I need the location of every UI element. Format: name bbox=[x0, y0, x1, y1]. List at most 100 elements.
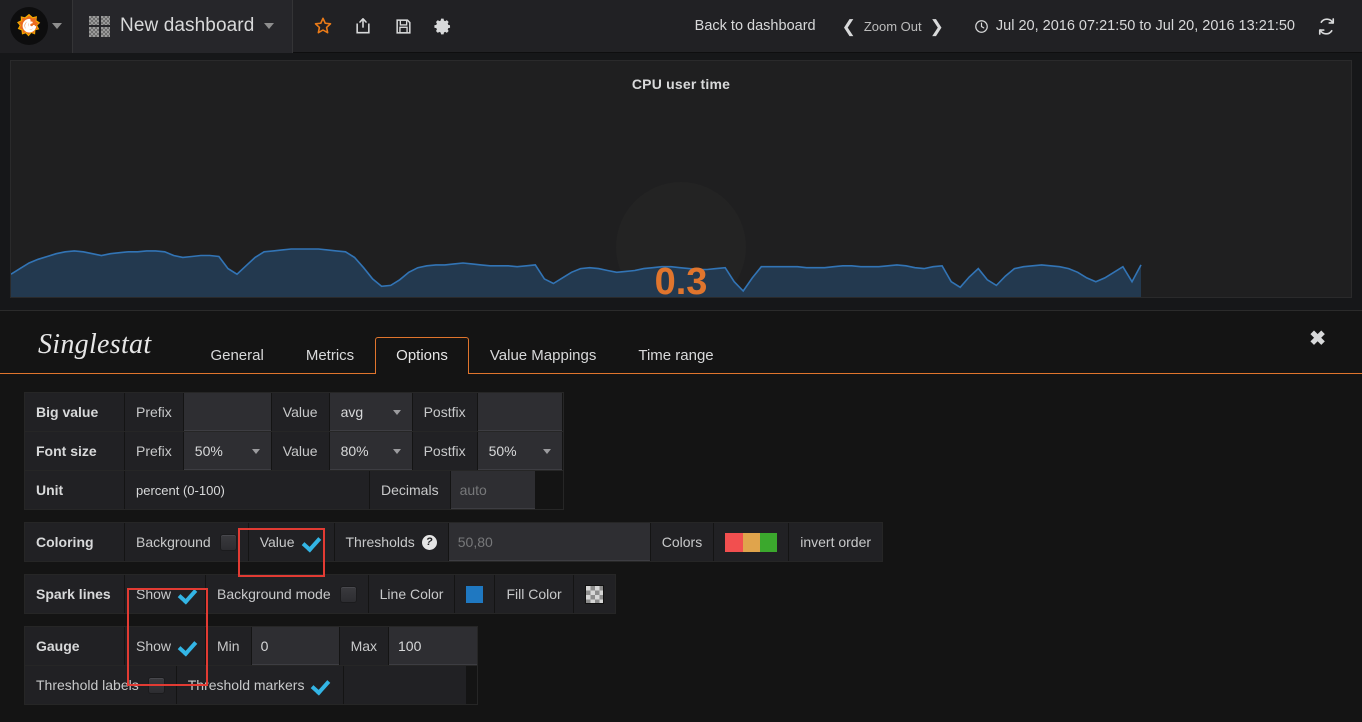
zoom-controls: ❮ Zoom Out ❯ bbox=[830, 18, 956, 35]
clock-icon bbox=[975, 19, 988, 33]
color-swatch-warn[interactable] bbox=[742, 532, 760, 552]
tab-metrics[interactable]: Metrics bbox=[285, 337, 375, 374]
dashboard-grid-icon bbox=[89, 15, 110, 37]
font-size-postfix-select[interactable]: 50% bbox=[477, 432, 563, 470]
coloring-value-label: Value bbox=[259, 534, 295, 550]
tab-general[interactable]: General bbox=[189, 337, 284, 374]
coloring-row: Coloring Background Value Thresholds ? 5… bbox=[25, 523, 883, 561]
font-size-postfix-label: Postfix bbox=[412, 432, 478, 470]
spark-lines-fill-color-label: Fill Color bbox=[495, 575, 574, 613]
spark-lines-show-label: Show bbox=[136, 586, 172, 602]
dashboard-title: New dashboard bbox=[120, 15, 255, 36]
spark-lines-fill-color-cell[interactable] bbox=[573, 575, 615, 613]
gauge-min-input[interactable]: 0 bbox=[251, 627, 340, 665]
gauge-show-checkbox[interactable] bbox=[180, 638, 199, 655]
gauge-show-label: Show bbox=[136, 638, 172, 654]
chevron-left-icon[interactable]: ❮ bbox=[834, 18, 864, 35]
big-value-stat-value: avg bbox=[340, 404, 364, 420]
font-size-value-select[interactable]: 80% bbox=[329, 432, 413, 470]
back-to-dashboard-link[interactable]: Back to dashboard bbox=[681, 18, 830, 34]
grafana-logo-icon[interactable] bbox=[10, 7, 48, 45]
help-icon[interactable]: ? bbox=[421, 534, 437, 550]
top-navbar: New dashboard Back to dashboard ❮ Zoom O… bbox=[0, 0, 1362, 53]
color-swatch-crit[interactable] bbox=[725, 532, 743, 552]
star-icon[interactable] bbox=[303, 0, 343, 53]
logo-menu[interactable] bbox=[0, 0, 73, 53]
navbar-right: Back to dashboard ❮ Zoom Out ❯ Jul 20, 2… bbox=[681, 0, 1362, 53]
font-size-value-label: Value bbox=[271, 432, 330, 470]
big-value-postfix-input[interactable] bbox=[477, 393, 563, 431]
close-icon[interactable]: ✖ bbox=[1309, 329, 1326, 349]
thresholds-input[interactable]: 50,80 bbox=[448, 523, 651, 561]
line-color-swatch[interactable] bbox=[466, 585, 484, 603]
big-value-stat-select[interactable]: avg bbox=[329, 393, 413, 431]
caret-down-icon[interactable] bbox=[52, 23, 62, 29]
invert-order-button[interactable]: invert order bbox=[789, 523, 883, 561]
chevron-right-icon[interactable]: ❯ bbox=[922, 18, 952, 35]
coloring-background-toggle[interactable]: Background bbox=[125, 523, 249, 561]
panel-title: CPU user time bbox=[631, 76, 731, 92]
options-form: Big value Prefix Value avg Postfix Font … bbox=[0, 374, 1362, 705]
threshold-markers-toggle[interactable]: Threshold markers bbox=[176, 666, 345, 704]
sparkline-svg bbox=[11, 248, 1142, 297]
big-value-label: Big value bbox=[25, 393, 125, 431]
tab-value-mappings[interactable]: Value Mappings bbox=[469, 337, 617, 374]
unit-value[interactable]: percent (0-100) bbox=[125, 471, 370, 509]
gauge-max-input[interactable]: 100 bbox=[389, 627, 478, 665]
threshold-labels-label: Threshold labels bbox=[36, 677, 139, 693]
spark-lines-background-mode-toggle[interactable]: Background mode bbox=[206, 575, 369, 613]
spark-lines-section: Spark lines Show Background mode Line Co… bbox=[24, 574, 616, 614]
gauge-max-label: Max bbox=[339, 627, 390, 665]
chevron-down-icon bbox=[392, 448, 401, 454]
color-swatch-ok[interactable] bbox=[759, 532, 778, 552]
editor-tabs: General Metrics Options Value Mappings T… bbox=[189, 336, 734, 374]
settings-gear-icon[interactable] bbox=[423, 0, 463, 53]
spark-lines-line-color-cell[interactable] bbox=[455, 575, 496, 613]
chevron-down-icon bbox=[392, 409, 401, 415]
spark-lines-background-mode-checkbox[interactable] bbox=[339, 585, 357, 603]
chevron-down-icon bbox=[251, 448, 260, 454]
singlestat-panel-preview[interactable]: CPU user time 0.3 bbox=[10, 60, 1352, 298]
caret-down-icon[interactable] bbox=[264, 23, 275, 29]
save-icon[interactable] bbox=[383, 0, 423, 53]
gauge-label: Gauge bbox=[25, 627, 125, 665]
time-range-label: Jul 20, 2016 07:21:50 to Jul 20, 2016 13… bbox=[995, 18, 1295, 34]
spark-lines-show-checkbox[interactable] bbox=[180, 586, 199, 603]
big-value-postfix-label: Postfix bbox=[412, 393, 478, 431]
share-icon[interactable] bbox=[343, 0, 383, 53]
tab-time-range[interactable]: Time range bbox=[617, 337, 734, 374]
threshold-labels-toggle[interactable]: Threshold labels bbox=[25, 666, 177, 704]
value-section: Big value Prefix Value avg Postfix Font … bbox=[24, 392, 564, 510]
colors-swatch-cell[interactable] bbox=[714, 523, 790, 561]
threshold-markers-checkbox[interactable] bbox=[313, 677, 332, 694]
navbar-action-icons bbox=[293, 0, 473, 53]
spark-lines-show-toggle[interactable]: Show bbox=[125, 575, 206, 613]
decimals-input[interactable]: auto bbox=[450, 471, 536, 509]
big-value-prefix-input[interactable] bbox=[183, 393, 272, 431]
gauge-row: Gauge Show Min 0 Max 100 bbox=[25, 627, 478, 665]
big-value-value-label: Value bbox=[271, 393, 330, 431]
font-size-prefix-label: Prefix bbox=[125, 432, 184, 470]
zoom-out-button[interactable]: Zoom Out bbox=[864, 19, 922, 34]
gauge-show-toggle[interactable]: Show bbox=[125, 627, 206, 665]
decimals-label: Decimals bbox=[370, 471, 451, 509]
coloring-background-checkbox[interactable] bbox=[219, 533, 237, 551]
threshold-colors-swatch[interactable] bbox=[725, 532, 778, 552]
time-range-picker[interactable]: Jul 20, 2016 07:21:50 to Jul 20, 2016 13… bbox=[956, 18, 1311, 34]
font-size-prefix-select[interactable]: 50% bbox=[183, 432, 272, 470]
dashboard-picker[interactable]: New dashboard bbox=[73, 0, 294, 53]
threshold-labels-checkbox[interactable] bbox=[147, 676, 165, 694]
unit-label: Unit bbox=[25, 471, 125, 509]
thresholds-label-cell: Thresholds ? bbox=[334, 523, 449, 561]
font-size-postfix-value: 50% bbox=[488, 443, 517, 459]
coloring-value-checkbox[interactable] bbox=[304, 534, 323, 551]
panel-editor: Singlestat General Metrics Options Value… bbox=[0, 310, 1362, 722]
tab-options[interactable]: Options bbox=[375, 337, 469, 374]
fill-color-swatch[interactable] bbox=[584, 584, 604, 604]
colors-label: Colors bbox=[650, 523, 715, 561]
refresh-icon[interactable] bbox=[1311, 17, 1348, 36]
threshold-markers-label: Threshold markers bbox=[187, 677, 305, 693]
coloring-value-toggle[interactable]: Value bbox=[248, 523, 335, 561]
spark-lines-background-mode-label: Background mode bbox=[217, 586, 331, 602]
coloring-background-label: Background bbox=[136, 534, 211, 550]
